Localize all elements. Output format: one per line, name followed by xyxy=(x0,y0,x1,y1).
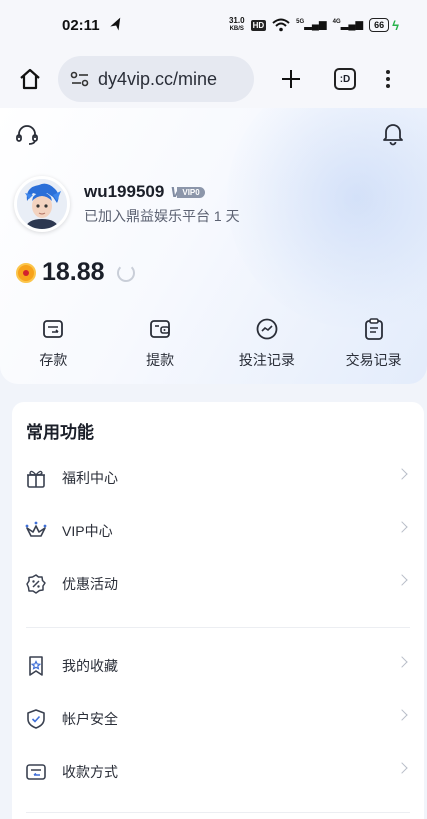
plus-icon xyxy=(282,70,300,88)
list-item-label: 福利中心 xyxy=(62,470,118,486)
transaction-record-label: 交易记录 xyxy=(345,352,402,368)
status-time: 02:11 xyxy=(62,17,124,34)
customer-service-button[interactable] xyxy=(14,122,40,148)
deposit-icon xyxy=(43,320,64,338)
chevron-right-icon xyxy=(396,574,408,586)
divider xyxy=(26,627,410,628)
tab-switcher-button[interactable]: :D xyxy=(334,68,356,90)
profile-header: wu199509 V VIP0 已加入鼎益娱乐平台 1 天 18.88 存款 提款… xyxy=(0,108,427,384)
clock: 02:11 xyxy=(62,16,100,34)
chevron-right-icon xyxy=(396,521,408,533)
joined-text: 已加入鼎益娱乐平台 1 天 xyxy=(84,208,240,224)
location-arrow-icon xyxy=(109,17,120,31)
balance-amount: 18.88 xyxy=(42,258,105,286)
coin-icon xyxy=(16,262,36,283)
bet-record-label: 投注记录 xyxy=(238,352,295,368)
charging-icon: ϟ xyxy=(392,17,399,33)
withdraw-icon xyxy=(150,320,171,338)
url-text: dy4vip.cc/mine xyxy=(98,68,218,89)
list-item-label: VIP中心 xyxy=(62,523,113,539)
overflow-menu-button[interactable] xyxy=(386,70,390,88)
gift-icon xyxy=(24,466,48,490)
browser-toolbar: dy4vip.cc/mine :D xyxy=(0,50,427,108)
chevron-right-icon xyxy=(396,762,408,774)
avatar[interactable] xyxy=(14,176,70,232)
site-settings-icon xyxy=(70,71,89,87)
vip-badge: V VIP0 xyxy=(170,184,205,201)
list-item-account-security[interactable]: 帐户安全 xyxy=(12,693,424,745)
list-item-label: 我的收藏 xyxy=(62,658,118,674)
deposit-button[interactable]: 存款 xyxy=(0,316,107,370)
transaction-record-icon xyxy=(364,318,383,340)
headset-icon xyxy=(16,125,38,145)
user-profile: wu199509 V VIP0 已加入鼎益娱乐平台 1 天 xyxy=(14,176,240,232)
refresh-balance-icon[interactable] xyxy=(116,263,135,282)
home-button[interactable] xyxy=(14,63,46,95)
bet-record-button[interactable]: 投注记录 xyxy=(214,316,321,370)
card-icon xyxy=(24,760,48,784)
crown-icon xyxy=(24,519,48,543)
shield-icon xyxy=(24,707,48,731)
avatar-image xyxy=(17,179,67,229)
status-bar: 02:11 31.0 KB/S HD 5G▂▄▆ 4G▂▄▆ 66 ϟ xyxy=(0,0,427,50)
wifi-icon xyxy=(272,18,290,32)
list-item-welfare-center[interactable]: 福利中心 xyxy=(12,452,424,504)
tab-switcher-label: :D xyxy=(339,73,351,85)
list-item-label: 优惠活动 xyxy=(62,576,118,592)
signal-5g-icon: 5G▂▄▆ xyxy=(296,19,327,31)
bookmark-icon xyxy=(24,654,48,678)
chevron-right-icon xyxy=(396,709,408,721)
common-functions-card: 常用功能 福利中心 VIP中心 优惠活动 我的收藏 帐户安全 收款方式 xyxy=(12,402,424,819)
quick-actions: 存款 提款 投注记录 交易记录 xyxy=(0,316,427,370)
new-tab-button[interactable] xyxy=(276,64,306,94)
deposit-label: 存款 xyxy=(39,352,68,368)
list-item-payment-method[interactable]: 收款方式 xyxy=(12,746,424,798)
section-title: 常用功能 xyxy=(26,423,94,442)
list-item-promotions[interactable]: 优惠活动 xyxy=(12,558,424,610)
bet-record-icon xyxy=(256,318,278,340)
notification-button[interactable] xyxy=(380,120,406,146)
divider xyxy=(26,812,410,813)
transaction-record-button[interactable]: 交易记录 xyxy=(320,316,427,370)
username: wu199509 xyxy=(84,182,165,201)
vip-level: VIP0 xyxy=(177,186,205,198)
bell-icon xyxy=(383,124,403,146)
hd-badge: HD xyxy=(250,19,267,31)
list-item-favorites[interactable]: 我的收藏 xyxy=(12,640,424,692)
discount-icon xyxy=(24,572,48,596)
list-item-label: 收款方式 xyxy=(62,764,118,780)
battery-icon: 66 xyxy=(369,18,390,32)
home-icon xyxy=(20,68,40,90)
net-speed: 31.0 KB/S xyxy=(228,16,245,33)
chevron-right-icon xyxy=(396,656,408,668)
withdraw-button[interactable]: 提款 xyxy=(107,316,214,370)
withdraw-label: 提款 xyxy=(146,352,175,368)
signal-4g-icon: 4G▂▄▆ xyxy=(332,19,364,31)
list-item-label: 帐户安全 xyxy=(62,711,118,727)
list-item-vip-center[interactable]: VIP中心 xyxy=(12,505,424,557)
balance: 18.88 xyxy=(16,258,135,287)
chevron-right-icon xyxy=(396,468,408,480)
address-bar[interactable]: dy4vip.cc/mine xyxy=(58,56,254,102)
